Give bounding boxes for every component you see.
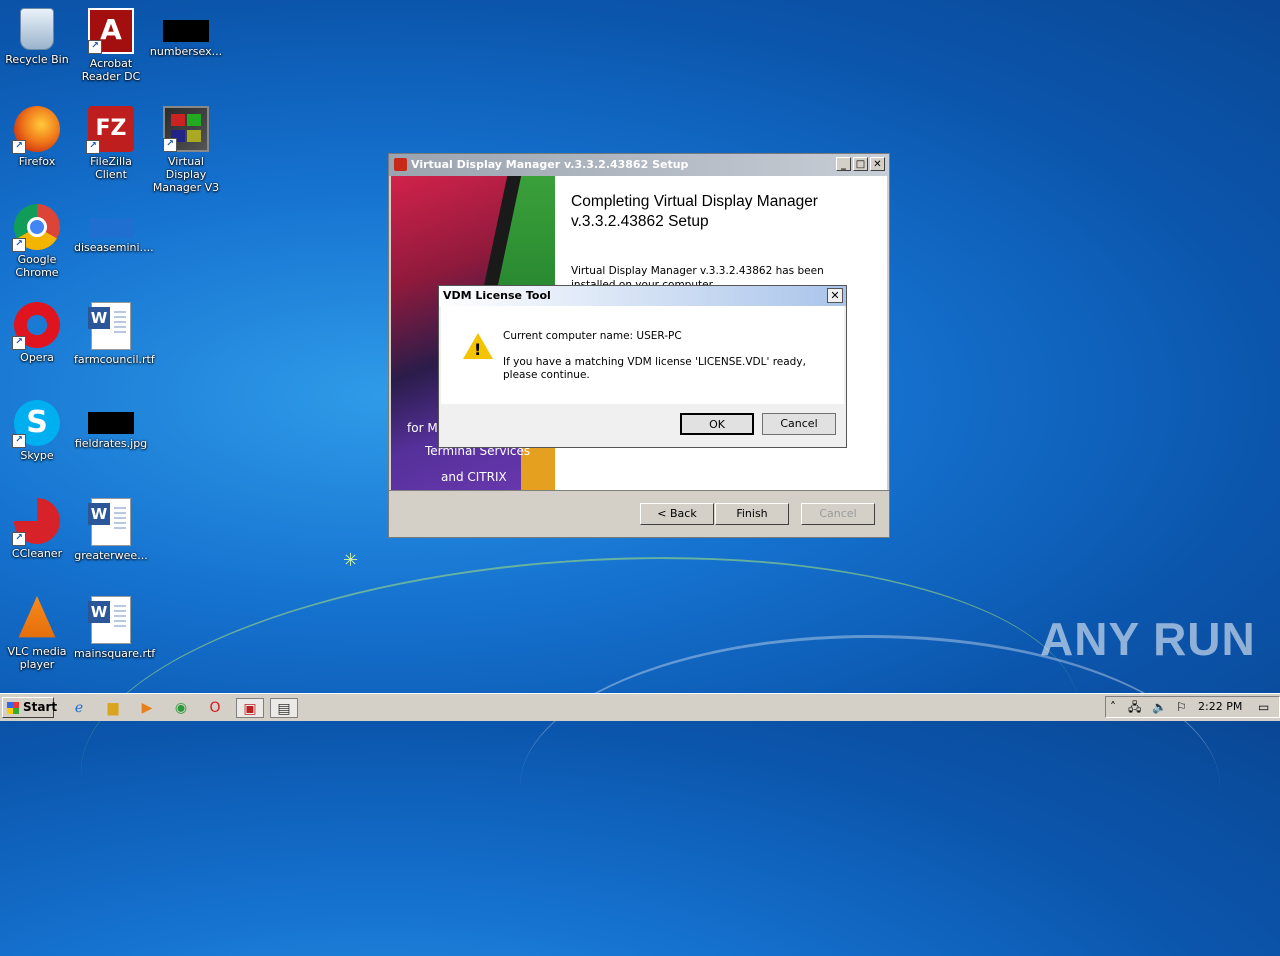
- installer-cancel-button[interactable]: Cancel: [801, 503, 875, 525]
- minimize-button[interactable]: _: [836, 157, 851, 171]
- installer-taskbar-item[interactable]: ▣: [236, 698, 264, 718]
- desktop-icon-vlc[interactable]: VLC media player: [0, 590, 74, 671]
- vdm-app-icon: ↗: [163, 106, 209, 152]
- start-label: Start: [23, 700, 58, 714]
- system-tray: ˄ 🖧 🔈 ⚐ 2:22 PM ▭: [1105, 696, 1280, 718]
- dialog-close-button[interactable]: ✕: [827, 288, 843, 303]
- desktop-icon-filezilla[interactable]: ↗ FileZilla Client: [74, 100, 148, 181]
- word-document-icon: [88, 596, 131, 644]
- installer-heading: Completing Virtual Display Manager v.3.3…: [571, 193, 818, 230]
- license-dialog-body: ! Current computer name: USER-PC If you …: [441, 306, 844, 404]
- desktop-icon-firefox[interactable]: ↗ Firefox: [0, 100, 74, 168]
- license-tool-taskbar-item[interactable]: ▤: [270, 698, 298, 718]
- show-hidden-icons-icon[interactable]: ˄: [1110, 700, 1116, 714]
- license-prompt-text: If you have a matching VDM license 'LICE…: [503, 356, 806, 381]
- desktop-icon-chrome[interactable]: ↗ Google Chrome: [0, 198, 74, 279]
- shortcut-arrow-icon: ↗: [12, 336, 26, 350]
- license-dialog-titlebar[interactable]: VDM License Tool ✕: [439, 286, 846, 306]
- filezilla-icon: ↗: [86, 106, 134, 154]
- media-player-icon[interactable]: ▶: [136, 698, 158, 718]
- ok-button[interactable]: OK: [680, 413, 754, 435]
- shortcut-arrow-icon: ↗: [163, 138, 177, 152]
- opera-icon: ↗: [12, 302, 60, 350]
- desktop-icon-skype[interactable]: ↗ Skype: [0, 394, 74, 462]
- vlc-cone-icon: [18, 596, 56, 638]
- shortcut-arrow-icon: ↗: [12, 238, 26, 252]
- firefox-icon: ↗: [12, 106, 60, 154]
- computer-name-text: Current computer name: USER-PC: [503, 330, 682, 342]
- opera-taskbar-icon[interactable]: O: [204, 698, 226, 718]
- internet-explorer-icon[interactable]: ℯ: [68, 698, 90, 718]
- word-document-icon: [88, 498, 131, 546]
- shortcut-arrow-icon: ↗: [12, 532, 26, 546]
- desktop-icon-diseasemini[interactable]: diseasemini....: [74, 198, 154, 254]
- shortcut-arrow-icon: ↗: [12, 140, 26, 154]
- installer-title: Virtual Display Manager v.3.3.2.43862 Se…: [411, 158, 689, 171]
- desktop-icon-farmcouncil[interactable]: farmcouncil.rtf: [74, 296, 155, 366]
- license-dialog: VDM License Tool ✕ ! Current computer na…: [438, 285, 847, 448]
- close-button[interactable]: ✕: [870, 157, 885, 171]
- finish-button[interactable]: Finish: [715, 503, 789, 525]
- dialog-cancel-button[interactable]: Cancel: [762, 413, 836, 435]
- anyrun-watermark: ANY RUN: [1040, 613, 1256, 665]
- file-explorer-icon[interactable]: ▆: [102, 698, 124, 718]
- desktop-icon-ccleaner[interactable]: ↗ CCleaner: [0, 492, 74, 560]
- word-document-icon: [88, 302, 131, 350]
- wallpaper-sparkle: ✳: [343, 550, 359, 571]
- desktop-icon-fieldrates[interactable]: fieldrates.jpg: [74, 394, 148, 450]
- acrobat-icon: ↗: [88, 8, 134, 54]
- license-dialog-title: VDM License Tool: [443, 289, 551, 302]
- wallpaper-swoosh-light: [520, 635, 1220, 938]
- network-icon[interactable]: 🖧: [1128, 700, 1141, 714]
- file-thumbnail-icon: [163, 20, 209, 42]
- skype-icon: ↗: [12, 400, 60, 448]
- desktop-icon-mainsquare[interactable]: mainsquare.rtf: [74, 590, 155, 660]
- windows-flag-icon: [7, 702, 19, 714]
- ccleaner-icon: ↗: [12, 498, 60, 546]
- desktop-icon-recycle-bin[interactable]: Recycle Bin: [0, 2, 74, 66]
- volume-icon[interactable]: 🔈: [1152, 700, 1167, 714]
- action-center-flag-icon[interactable]: ⚐: [1176, 700, 1187, 714]
- warning-exclamation-icon: !: [474, 340, 482, 359]
- clock[interactable]: 2:22 PM: [1198, 697, 1242, 717]
- banner-text-1: for M: [407, 421, 438, 435]
- installer-titlebar[interactable]: Virtual Display Manager v.3.3.2.43862 Se…: [389, 154, 889, 176]
- show-desktop-icon[interactable]: ▭: [1258, 700, 1269, 714]
- maximize-button[interactable]: □: [853, 157, 868, 171]
- recycle-bin-icon: [20, 8, 54, 50]
- desktop-icon-numbersex[interactable]: numbersex...: [149, 2, 223, 58]
- back-button[interactable]: < Back: [640, 503, 714, 525]
- image-thumbnail-icon: [88, 412, 134, 434]
- start-button[interactable]: Start: [2, 697, 58, 718]
- installer-footer: < Back Finish Cancel: [389, 490, 889, 538]
- desktop-icon-acrobat[interactable]: ↗ Acrobat Reader DC: [74, 2, 148, 83]
- chrome-taskbar-icon[interactable]: ◉: [170, 698, 192, 718]
- shortcut-arrow-icon: ↗: [88, 40, 102, 54]
- chrome-icon: ↗: [12, 204, 60, 252]
- desktop-icon-opera[interactable]: ↗ Opera: [0, 296, 74, 364]
- shortcut-arrow-icon: ↗: [12, 434, 26, 448]
- taskbar: Start ℯ ▆ ▶ ◉ O ▣ ▤ ˄ 🖧 🔈 ⚐ 2:22 PM ▭: [0, 693, 1280, 721]
- banner-text-3: and CITRIX: [441, 470, 507, 484]
- desktop-icon-vdm[interactable]: ↗ Virtual Display Manager V3: [149, 100, 223, 194]
- shortcut-arrow-icon: ↗: [86, 140, 100, 154]
- file-thumbnail-icon: [89, 218, 133, 238]
- installer-app-icon: [394, 158, 407, 171]
- desktop-icon-greaterwee[interactable]: greaterwee...: [74, 492, 148, 562]
